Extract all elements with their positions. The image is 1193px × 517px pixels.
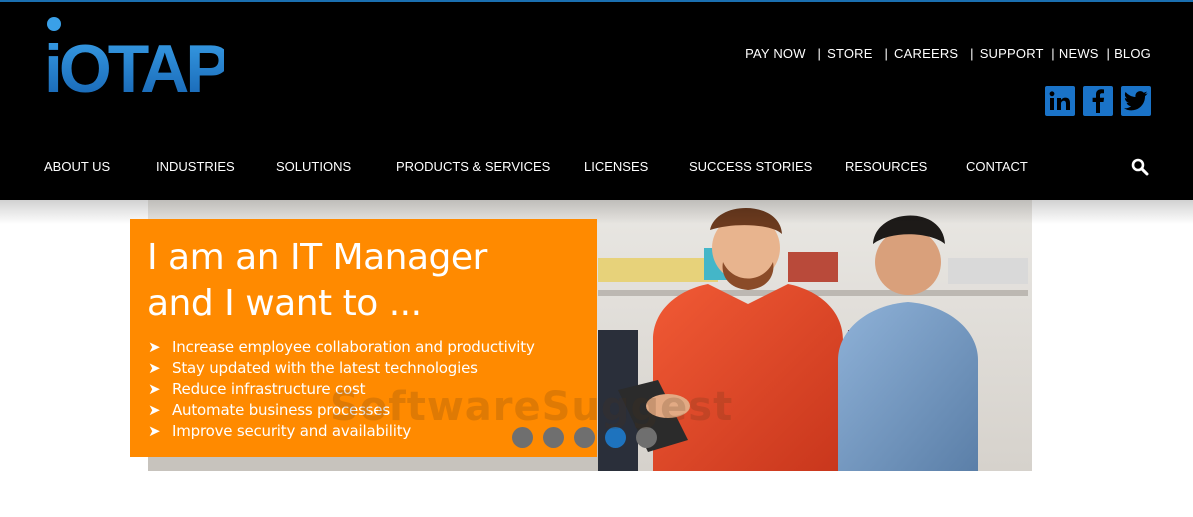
carousel-dot-4[interactable] xyxy=(605,427,626,448)
search-icon[interactable] xyxy=(1131,158,1149,176)
carousel-dot-2[interactable] xyxy=(543,427,564,448)
nav-solutions[interactable]: SOLUTIONS xyxy=(276,152,351,182)
careers-link[interactable]: CAREERS xyxy=(894,46,958,61)
social-links xyxy=(1045,86,1151,116)
separator: | xyxy=(817,46,822,61)
arrow-icon: ➤ xyxy=(148,359,161,377)
nav-industries[interactable]: INDUSTRIES xyxy=(156,152,235,182)
nav-success-stories[interactable]: SUCCESS STORIES xyxy=(689,152,812,182)
arrow-icon: ➤ xyxy=(148,422,161,440)
carousel-dot-1[interactable] xyxy=(512,427,533,448)
iotap-logo[interactable]: iOTAP xyxy=(44,16,224,102)
main-nav: ABOUT US INDUSTRIES SOLUTIONS PRODUCTS &… xyxy=(0,152,1193,184)
svg-text:iOTAP: iOTAP xyxy=(44,31,224,102)
store-link[interactable]: STORE xyxy=(827,46,873,61)
nav-licenses[interactable]: LICENSES xyxy=(584,152,648,182)
arrow-icon: ➤ xyxy=(148,401,161,419)
list-item: ➤ Stay updated with the latest technologi… xyxy=(148,359,478,377)
arrow-icon: ➤ xyxy=(148,380,161,398)
nav-products-services[interactable]: PRODUCTS & SERVICES xyxy=(396,152,550,182)
list-item: ➤ Increase employee collaboration and pro… xyxy=(148,338,535,356)
twitter-icon[interactable] xyxy=(1121,86,1151,116)
site-header: iOTAP PAY NOW | STORE | CAREERS | SUPPORT |… xyxy=(0,0,1193,200)
blog-link[interactable]: BLOG xyxy=(1114,46,1151,61)
nav-about-us[interactable]: ABOUT US xyxy=(44,152,110,182)
separator: | xyxy=(884,46,889,61)
facebook-icon[interactable] xyxy=(1083,86,1113,116)
arrow-icon: ➤ xyxy=(148,338,161,356)
news-link[interactable]: NEWS xyxy=(1059,46,1099,61)
nav-contact[interactable]: CONTACT xyxy=(966,152,1028,182)
separator: | xyxy=(1051,46,1055,61)
nav-resources[interactable]: RESOURCES xyxy=(845,152,927,182)
hero-title-line1: I am an IT Manager xyxy=(147,237,487,278)
carousel-dots xyxy=(512,427,657,448)
hero-title-line2: and I want to ... xyxy=(147,283,422,324)
linkedin-icon[interactable] xyxy=(1045,86,1075,116)
carousel-dot-5[interactable] xyxy=(636,427,657,448)
carousel-dot-3[interactable] xyxy=(574,427,595,448)
utility-links: PAY NOW | STORE | CAREERS | SUPPORT | NEWS |… xyxy=(745,46,1151,61)
support-link[interactable]: SUPPORT xyxy=(980,46,1044,61)
pay-now-link[interactable]: PAY NOW xyxy=(745,46,806,61)
separator: | xyxy=(1106,46,1111,61)
hero-title: I am an IT Manager and I want to ... xyxy=(147,235,587,327)
separator: | xyxy=(970,46,974,61)
watermark: SoftwareSuggest xyxy=(330,384,734,430)
